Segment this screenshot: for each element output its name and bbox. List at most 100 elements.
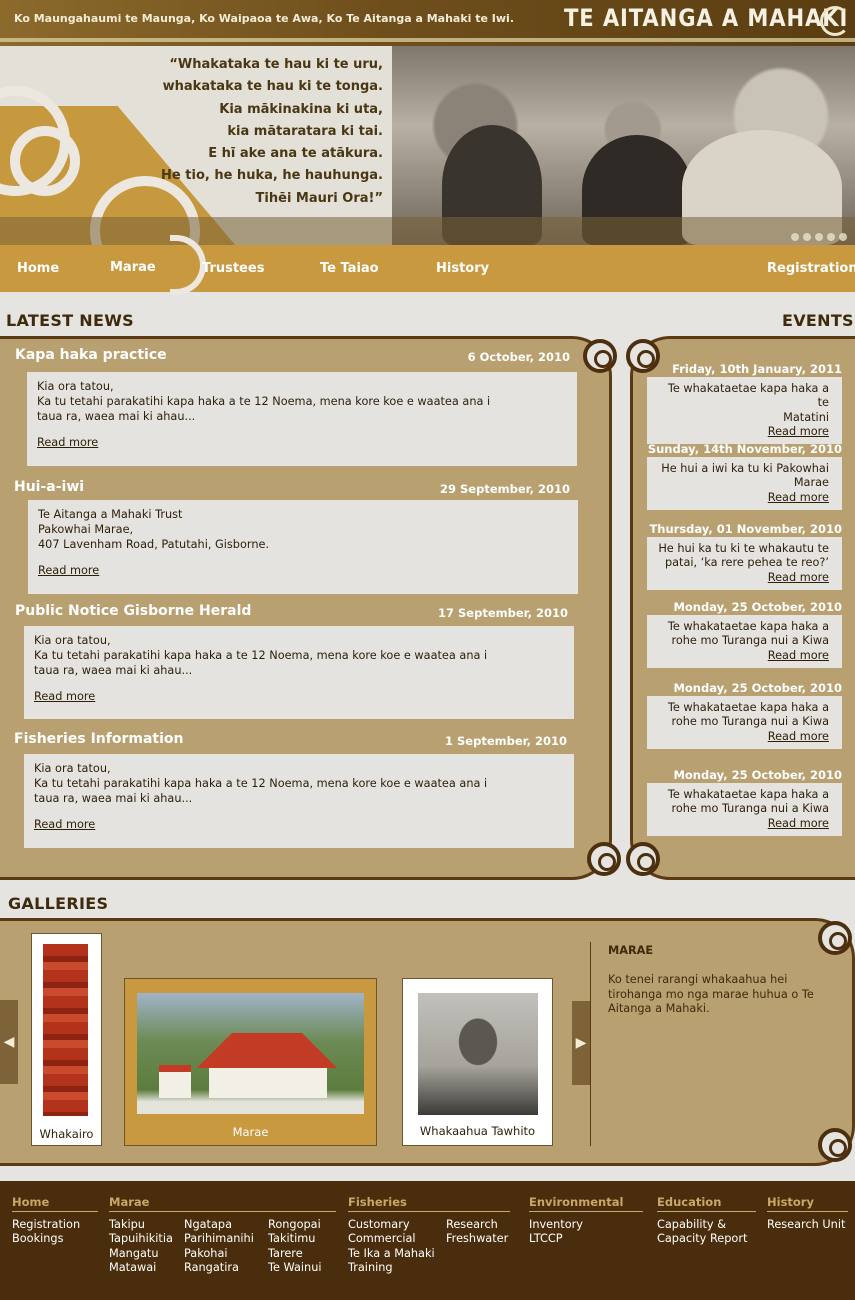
footer-link[interactable]: Inventory (529, 1218, 583, 1231)
slide-dot-icon[interactable] (839, 233, 847, 241)
nav-te-taiao[interactable]: Te Taiao (320, 261, 379, 276)
koru-corner-icon (626, 842, 660, 876)
event-text: rohe mo Turanga nui a Kiwa (671, 802, 829, 816)
footer-link[interactable]: Takitimu (268, 1232, 315, 1245)
latest-news-heading: LATEST NEWS (6, 311, 134, 330)
koru-corner-icon (587, 842, 621, 876)
footer-link[interactable]: Pakohai (184, 1247, 228, 1260)
footer-heading[interactable]: Education (657, 1195, 756, 1212)
footer-link[interactable]: Commercial (348, 1232, 416, 1245)
read-more-link[interactable]: Read more (34, 818, 95, 833)
header-divider (0, 38, 855, 42)
news-title[interactable]: Public Notice Gisborne Herald (15, 603, 251, 619)
footer-link[interactable]: Rangatira (184, 1261, 239, 1274)
footer-heading[interactable]: Fisheries (348, 1195, 510, 1212)
event-summary: Te whakataetae kapa haka a rohe mo Turan… (647, 783, 842, 836)
news-title[interactable]: Kapa haka practice (15, 347, 167, 363)
read-more-link[interactable]: Read more (768, 730, 829, 743)
news-body: Kia ora tatou, Ka tu tetahi parakatihi k… (34, 634, 488, 677)
slide-dot-icon[interactable] (803, 233, 811, 241)
read-more-link[interactable]: Read more (768, 649, 829, 662)
slide-dot-icon[interactable] (815, 233, 823, 241)
read-more-link[interactable]: Read more (768, 571, 829, 584)
event-text: Te whakataetae kapa haka a (667, 701, 829, 714)
footer-link[interactable]: Parihimanihi (184, 1232, 254, 1245)
gallery-detail-line: Aitanga a Mahaki. (608, 1002, 710, 1015)
footer-link[interactable]: Research Unit (767, 1218, 845, 1231)
news-summary: Kia ora tatou, Ka tu tetahi parakatihi k… (24, 626, 574, 719)
site-logo[interactable]: TE AITANGA A MAHAKI (564, 4, 848, 32)
footer-link[interactable]: Ngatapa (184, 1218, 232, 1231)
footer-link[interactable]: Matawai (109, 1261, 156, 1274)
footer-link[interactable]: LTCCP (529, 1232, 563, 1245)
gallery-detail-line: Ko tenei rarangi whakaahua hei (608, 973, 788, 986)
nav-history[interactable]: History (436, 261, 489, 276)
news-summary: Kia ora tatou, Ka tu tetahi parakatihi k… (27, 372, 577, 466)
footer-link[interactable]: Training (348, 1261, 393, 1274)
poem-line: He tio, he huka, he hauhunga. (161, 168, 383, 184)
koru-corner-icon (583, 339, 617, 373)
news-body: Kia ora tatou, Ka tu tetahi parakatihi k… (37, 380, 491, 423)
main-nav: Home Marae Trustees Te Taiao History Reg… (0, 235, 855, 295)
event-date: Friday, 10th January, 2011 (672, 362, 842, 376)
gallery-next-button[interactable]: ▶ (572, 1001, 590, 1085)
footer-link[interactable]: Te Wainui (268, 1261, 322, 1274)
event-text: Te whakataetae kapa haka a (667, 620, 829, 633)
footer-link[interactable]: Tapuihikitia (109, 1232, 173, 1245)
footer-link[interactable]: Rongopai (268, 1218, 321, 1231)
news-date: 29 September, 2010 (440, 482, 570, 496)
read-more-link[interactable]: Read more (38, 564, 99, 579)
gallery-card-whakairo[interactable]: Whakairo (31, 933, 102, 1146)
footer-link[interactable]: Research (446, 1218, 498, 1231)
poem-line: kia mātaratara ki tai. (227, 123, 383, 139)
footer-link[interactable]: Capability & (657, 1218, 726, 1231)
news-title[interactable]: Hui-a-iwi (14, 479, 84, 495)
footer-link[interactable]: Mangatu (109, 1247, 159, 1260)
footer-heading[interactable]: Marae (109, 1195, 336, 1212)
footer-heading[interactable]: Home (12, 1195, 98, 1212)
header-bar: Ko Maungahaumi te Maunga, Ko Waipaoa te … (0, 0, 855, 46)
footer-link[interactable]: Freshwater (446, 1232, 508, 1245)
news-body: Kia ora tatou, Ka tu tetahi parakatihi k… (34, 762, 488, 805)
footer-link[interactable]: Tarere (268, 1247, 303, 1260)
news-title[interactable]: Fisheries Information (14, 731, 183, 747)
koru-pattern-icon (10, 126, 80, 196)
slide-dot-icon[interactable] (827, 233, 835, 241)
gallery-caption: Whakairo (39, 1127, 94, 1141)
marae-wall (209, 1068, 327, 1098)
koru-corner-icon (818, 1128, 852, 1162)
read-more-link[interactable]: Read more (34, 690, 95, 705)
event-text: Matatini (783, 410, 829, 424)
footer-link[interactable]: Customary (348, 1218, 410, 1231)
footer-col-marae: Marae Takipu Tapuihikitia Mangatu Matawa… (109, 1195, 336, 1274)
footer-heading[interactable]: Environmental (529, 1195, 643, 1212)
event-date: Thursday, 01 November, 2010 (649, 522, 842, 536)
footer-link[interactable]: Registration (12, 1218, 80, 1231)
read-more-link[interactable]: Read more (768, 817, 829, 830)
nav-home[interactable]: Home (17, 261, 59, 276)
footer-link[interactable]: Capacity Report (657, 1232, 747, 1245)
whakairo-thumbnail (43, 944, 88, 1116)
nav-registration[interactable]: Registration (767, 261, 855, 276)
read-more-link[interactable]: Read more (37, 436, 98, 451)
portrait-thumbnail (418, 993, 538, 1115)
gallery-prev-button[interactable]: ◀ (0, 1000, 18, 1084)
event-text: patai, ‘ka rere pehea te reo?’ (664, 556, 829, 570)
footer-link[interactable]: Bookings (12, 1232, 63, 1245)
footer-link[interactable]: Takipu (109, 1218, 145, 1231)
event-date: Monday, 25 October, 2010 (673, 768, 842, 782)
read-more-link[interactable]: Read more (768, 491, 829, 504)
footer-heading[interactable]: History (767, 1195, 848, 1212)
gallery-card-marae[interactable]: Marae (124, 978, 377, 1146)
event-summary: Te whakataetae kapa haka a rohe mo Turan… (647, 696, 842, 749)
nav-marae[interactable]: Marae (110, 260, 156, 275)
gallery-divider (590, 942, 591, 1146)
read-more-link[interactable]: Read more (768, 425, 829, 438)
news-summary: Te Aitanga a Mahaki Trust Pakowhai Marae… (28, 500, 578, 594)
nav-trustees[interactable]: Trustees (202, 261, 264, 276)
gallery-card-whakaahua-tawhito[interactable]: Whakaahua Tawhito (402, 978, 553, 1146)
slide-dot-icon[interactable] (791, 233, 799, 241)
slideshow-dots[interactable] (787, 226, 847, 245)
footer-link[interactable]: Te Ika a Mahaki (348, 1247, 435, 1260)
event-text: He hui ka tu ki te whakautu te (658, 542, 829, 555)
